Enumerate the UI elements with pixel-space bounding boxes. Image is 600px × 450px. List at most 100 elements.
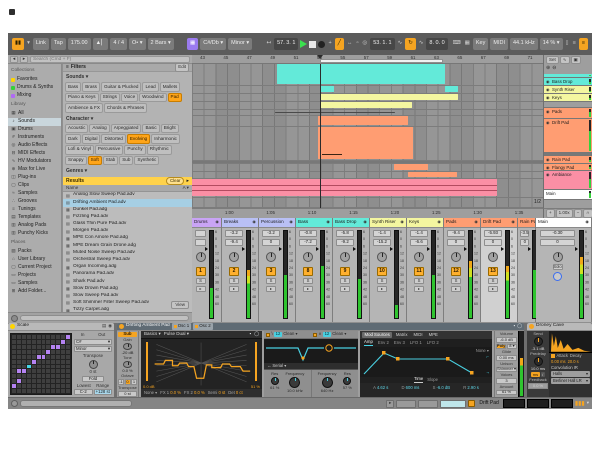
strip-pan-field[interactable]: -3.2 — [225, 230, 243, 237]
scale-grid-cell[interactable] — [56, 365, 60, 369]
link-toggle[interactable]: Link — [33, 38, 49, 50]
result-item[interactable]: ▦Dunkel Pad.adg — [63, 207, 192, 214]
pan-knob[interactable] — [377, 252, 387, 262]
strip-gain-field[interactable]: -9.2 — [336, 239, 354, 246]
phrase-sync-menu[interactable]: 2 Bars ▾ — [148, 38, 174, 50]
scale-grid-cell[interactable] — [17, 379, 21, 383]
filter-tag-voice[interactable]: Voice — [121, 93, 138, 103]
monitor-button[interactable]: ▸ — [451, 286, 461, 292]
env-tab-amp[interactable]: Amp — [364, 340, 373, 346]
view-button[interactable]: View — [171, 301, 189, 310]
capture-midi-icon[interactable]: ◎ — [361, 41, 368, 47]
scale-grid-cell[interactable] — [42, 389, 46, 393]
filter-tag-guitar-plucked[interactable]: Guitar & Plucked — [101, 82, 141, 92]
zoom-out-button[interactable]: ⊖ — [552, 66, 556, 73]
mod-tab-mpe[interactable]: MPE — [426, 332, 440, 338]
filter-display[interactable] — [264, 339, 358, 363]
draw-mode-button[interactable]: ╱ — [335, 38, 344, 50]
env-tab-lfo-2[interactable]: LFO 2 — [427, 341, 439, 345]
strip-pan-field[interactable]: -1.4 — [410, 230, 428, 237]
attack-field[interactable]: A 4.62 s — [373, 386, 388, 390]
arrangement-zoom-control[interactable]: − — [574, 209, 583, 218]
strip-pan-field[interactable]: -3.2 — [262, 230, 280, 237]
filter-tag-analog[interactable]: Analog — [89, 124, 109, 134]
browser-forward-button[interactable]: ▸ — [20, 56, 28, 63]
result-item[interactable]: ▦Slow Drown Pad.adg — [63, 286, 192, 293]
scale-grid-cell[interactable] — [51, 340, 55, 344]
sidebar-item-tunings[interactable]: ≡Tunings — [8, 206, 61, 214]
chain-segment[interactable] — [418, 400, 438, 408]
scale-grid-cell[interactable] — [17, 345, 21, 349]
scale-grid-cell[interactable] — [56, 369, 60, 373]
scale-grid-cell[interactable] — [27, 360, 31, 364]
fx2-field[interactable]: FX 2 0.0 % — [184, 391, 205, 395]
sidebar-item-favorites[interactable]: Favorites — [8, 76, 61, 84]
scale-grid-cell[interactable] — [22, 374, 26, 378]
scale-grid-cell[interactable] — [22, 384, 26, 388]
mixer-strip-name[interactable]: Synth Riser◉ — [370, 218, 406, 228]
scale-grid-cell[interactable] — [22, 389, 26, 393]
solo-button[interactable]: S — [266, 278, 276, 284]
hot-swap-icon[interactable]: ◯ — [517, 324, 522, 328]
ir-file-select[interactable]: Berliner Hall LR▾ — [551, 378, 590, 384]
mod-tab-mod-sources[interactable]: Mod Sources — [362, 332, 392, 338]
chevron-down-icon[interactable]: ▾ — [587, 401, 589, 406]
track-header-main[interactable]: Main — [544, 190, 592, 200]
loop-start-field[interactable]: 53. 1. 1 — [370, 38, 394, 50]
scale-grid-cell[interactable] — [46, 355, 50, 359]
strip-gain-field[interactable]: -6.6 — [410, 239, 428, 246]
hot-swap-icon[interactable]: ◉ — [108, 324, 112, 328]
back-to-arrangement-icon[interactable]: ↤ — [265, 41, 272, 47]
solo-button[interactable]: S — [451, 278, 461, 284]
wavetable-display[interactable]: 0.0 dB 51 % — [141, 339, 262, 389]
strip-pan-field[interactable]: -5.93 — [484, 230, 502, 237]
clip[interactable] — [320, 94, 458, 100]
scale-grid-cell[interactable] — [37, 374, 41, 378]
strip-arm-icon[interactable]: ◉ — [326, 220, 330, 224]
filter-tag-digital[interactable]: Digital — [82, 134, 101, 144]
scale-grid-cell[interactable] — [56, 350, 60, 354]
scale-grid-cell[interactable] — [46, 360, 50, 364]
scale-grid-cell[interactable] — [12, 369, 16, 373]
scale-grid-cell[interactable] — [46, 345, 50, 349]
scale-grid-cell[interactable] — [12, 379, 16, 383]
scale-grid-cell[interactable] — [42, 360, 46, 364]
scale-grid-cell[interactable] — [46, 340, 50, 344]
filter-tag-rhythmic[interactable]: Rhythmic — [147, 145, 172, 155]
tab-osc2[interactable]: Osc 2 — [193, 323, 212, 329]
pan-knob[interactable] — [414, 252, 424, 262]
filter-tag-bass[interactable]: Bass — [65, 82, 81, 92]
scale-grid-cell[interactable] — [46, 384, 50, 388]
osc-gain-slider[interactable] — [146, 342, 148, 381]
slope-toggle[interactable]: Slope — [427, 378, 438, 382]
scale-grid-cell[interactable] — [37, 340, 41, 344]
filter-tag-snappy[interactable]: Snappy — [65, 156, 87, 166]
mixer-strip-rain-pad[interactable]: Rain Pad◉-3.50 — [518, 218, 536, 322]
view-mode-icon[interactable]: ▪ — [250, 332, 252, 336]
wavetable-position-slider[interactable] — [255, 342, 257, 381]
voices-field[interactable]: 3 — [496, 378, 517, 384]
follow-button[interactable]: ↔ — [346, 41, 354, 47]
scale-grid-cell[interactable] — [61, 350, 65, 354]
sample-rate-display[interactable]: 44.1 kHz — [510, 38, 538, 50]
strip-pan-field[interactable]: -3.5 — [520, 230, 529, 237]
env-tab-env-2[interactable]: Env 2 — [378, 341, 389, 345]
result-item[interactable]: ▤Muted Noise Sweep Pad.adv — [63, 250, 192, 257]
strip-arm-icon[interactable]: ◉ — [252, 220, 256, 224]
strip-arm-icon[interactable]: ◉ — [400, 220, 404, 224]
scale-grid-cell[interactable] — [42, 379, 46, 383]
play-button[interactable] — [300, 40, 307, 48]
scale-type-select[interactable]: Minor▾ — [74, 346, 112, 352]
track-arm-icon[interactable]: ◉ — [546, 121, 550, 125]
loop-length-field[interactable]: 8. 0. 0 — [426, 38, 447, 50]
track-arm-icon[interactable]: ◉ — [546, 88, 550, 92]
mod-tab-midi[interactable]: MIDI — [411, 332, 425, 338]
arrangement-zoom-control[interactable]: ∩ — [583, 209, 592, 218]
sidebar-item-samples[interactable]: ▭Samples — [8, 279, 61, 287]
scale-grid-cell[interactable] — [17, 340, 21, 344]
strip-pan-field[interactable]: -5.8 — [336, 230, 354, 237]
scale-grid-cell[interactable] — [66, 335, 70, 339]
envelope-display[interactable]: None ▾ ⌐ ¬ — [360, 347, 492, 377]
pan-knob[interactable] — [266, 252, 276, 262]
scale-grid-cell[interactable] — [56, 360, 60, 364]
